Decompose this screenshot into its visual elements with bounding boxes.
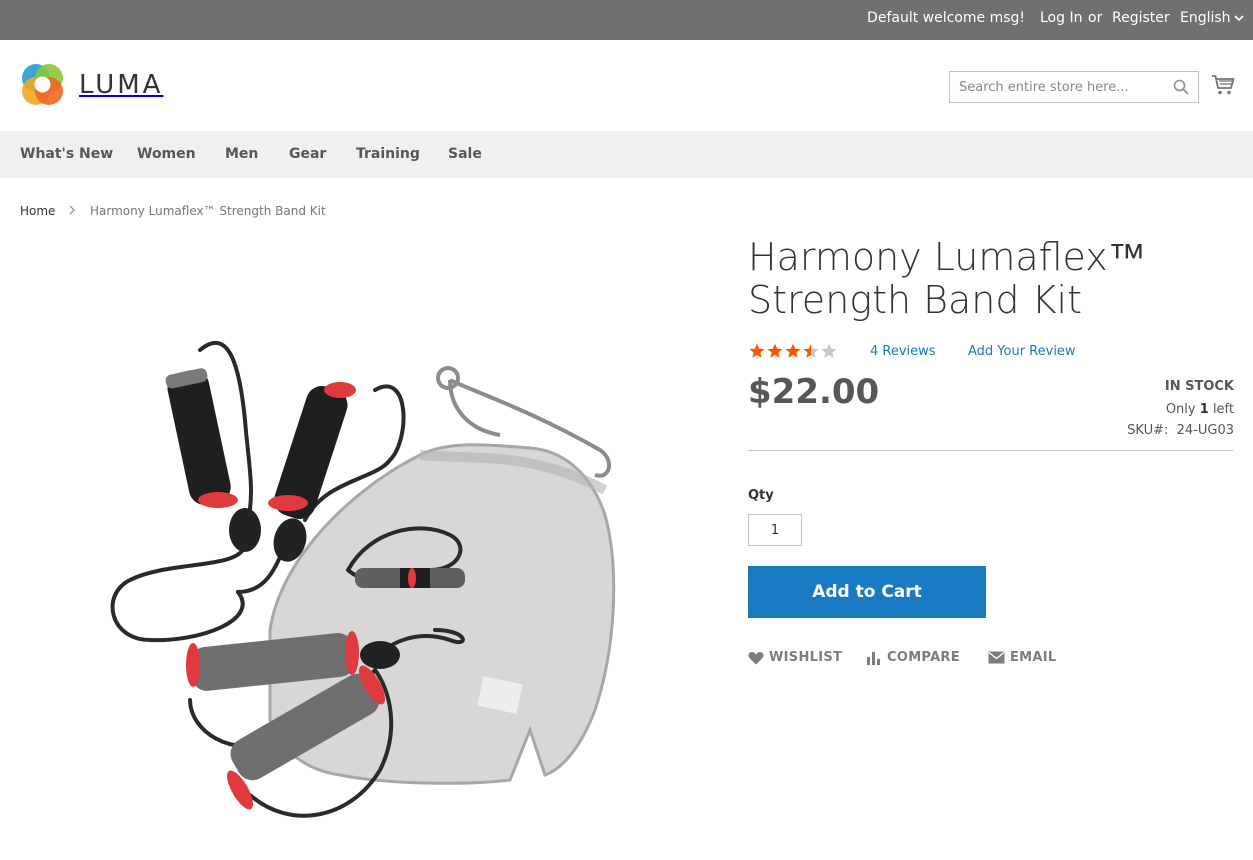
compare-link[interactable]: Compare (866, 650, 960, 665)
nav-item-whats-new[interactable]: What's New (20, 146, 113, 162)
top-bar: Default welcome msg! Log In or Register … (0, 0, 1253, 40)
nav-item-men[interactable]: Men (225, 146, 258, 162)
product-image[interactable] (90, 330, 650, 840)
rating-stars (748, 343, 838, 359)
search-input[interactable] (950, 72, 1160, 102)
main-navigation: What's New Women Men Gear Training Sale (0, 131, 1253, 178)
chevron-right-icon (69, 205, 75, 215)
logo-text: LUMA (79, 69, 164, 100)
email-label: Email (1010, 650, 1057, 665)
cart-icon[interactable] (1211, 74, 1235, 96)
wishlist-label: Wishlist (769, 650, 843, 665)
sku: SKU#: 24-UG03 (1127, 423, 1234, 438)
nav-item-sale[interactable]: Sale (448, 146, 482, 162)
star-icon (821, 343, 837, 358)
luma-logo[interactable]: LUMA (20, 62, 163, 107)
chevron-down-icon (1233, 15, 1244, 22)
email-link[interactable]: Email (988, 650, 1057, 665)
stock-status: In stock (1164, 379, 1234, 394)
only-left-count: 1 (1199, 402, 1209, 417)
envelope-icon (988, 651, 1005, 664)
only-left-prefix: Only (1165, 402, 1196, 417)
star-icon (749, 343, 765, 358)
nav-item-women[interactable]: Women (137, 146, 196, 162)
welcome-message: Default welcome msg! (867, 10, 1025, 26)
search-box (949, 71, 1199, 103)
divider (748, 450, 1233, 451)
sku-value: 24-UG03 (1176, 423, 1234, 438)
breadcrumb-current: Harmony Lumaflex™ Strength Band Kit (90, 204, 326, 218)
compare-icon (867, 651, 880, 665)
heart-icon (748, 651, 764, 664)
add-to-cart-button[interactable]: Add to Cart (748, 566, 986, 618)
product-title: Harmony Lumaflex™ Strength Band Kit (748, 235, 1146, 322)
login-link[interactable]: Log In (1040, 10, 1082, 26)
star-icon (785, 343, 801, 358)
qty-label: Qty (748, 488, 774, 503)
wishlist-link[interactable]: Wishlist (748, 650, 842, 665)
nav-item-gear[interactable]: Gear (289, 146, 326, 162)
sku-label: SKU#: (1127, 423, 1169, 438)
reviews-link[interactable]: 4 Reviews (870, 344, 936, 359)
luma-logo-icon (22, 64, 63, 105)
compare-label: Compare (887, 650, 960, 665)
add-review-link[interactable]: Add Your Review (968, 344, 1076, 359)
star-icon (803, 343, 819, 358)
product-price: $22.00 (748, 372, 880, 412)
language-label: English (1180, 10, 1231, 26)
star-icon (767, 343, 783, 358)
search-icon[interactable] (1173, 79, 1189, 95)
nav-item-training[interactable]: Training (356, 146, 420, 162)
qty-input[interactable] (748, 514, 802, 546)
language-switcher[interactable]: English (1180, 10, 1244, 26)
only-left-suffix: left (1212, 402, 1234, 417)
or-text: or (1088, 10, 1103, 26)
only-left-message: Only 1 left (1166, 402, 1234, 417)
register-link[interactable]: Register (1112, 10, 1170, 26)
breadcrumb-home[interactable]: Home (20, 204, 55, 218)
